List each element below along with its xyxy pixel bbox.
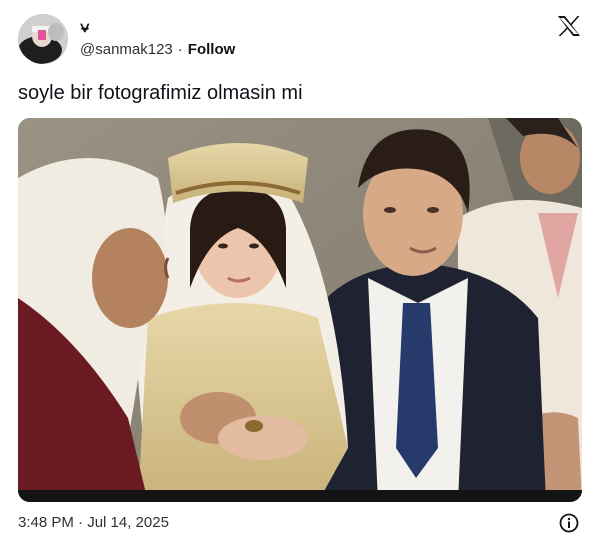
tweet-timestamp[interactable]: 3:48 PM · Jul 14, 2025 [18, 514, 169, 532]
avatar[interactable] [18, 14, 68, 64]
x-logo-icon[interactable] [557, 15, 581, 37]
wedding-photo-image [18, 118, 582, 502]
tweet-photo[interactable] [18, 118, 582, 502]
display-name[interactable]: ⍱ [80, 18, 90, 36]
follow-button[interactable]: Follow [188, 40, 236, 60]
info-icon[interactable] [559, 513, 579, 533]
separator-dot: · [177, 41, 183, 58]
author-handle[interactable]: @sanmak123 [80, 40, 173, 60]
author-handle-row: @sanmak123 · Follow [80, 40, 235, 60]
tweet-text: soyle bir fotografimiz olmasin mi [18, 82, 303, 104]
avatar-image [18, 14, 68, 64]
